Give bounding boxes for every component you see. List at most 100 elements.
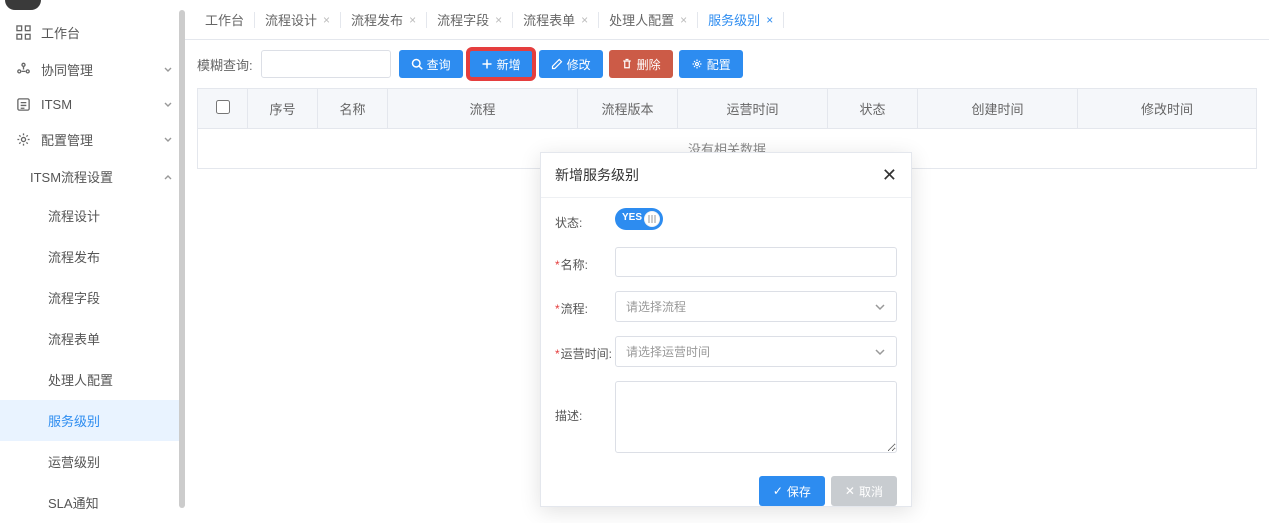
sidebar-sub-op-level[interactable]: 运营级别: [0, 441, 185, 482]
status-label: 状态:: [555, 210, 615, 231]
sidebar-item-label: 服务级别: [48, 414, 100, 429]
desc-label: 描述:: [555, 381, 615, 424]
flow-select[interactable]: 请选择流程: [615, 291, 897, 322]
toggle-knob: [644, 211, 660, 227]
sidebar-item-label: SLA通知: [48, 496, 99, 511]
scrollbar[interactable]: [179, 10, 185, 508]
sidebar-item-label: 流程发布: [48, 250, 100, 265]
check-icon: ✓: [773, 484, 783, 498]
sidebar-sub-handler[interactable]: 处理人配置: [0, 359, 185, 400]
sidebar-sub-service-level[interactable]: 服务级别: [0, 400, 185, 441]
close-icon[interactable]: ×: [766, 13, 773, 27]
close-icon[interactable]: ×: [409, 13, 416, 27]
tabs: 工作台 流程设计 × 流程发布× 流程字段 × 流程表单× 处理人配置× 服务级别×: [185, 0, 1269, 40]
button-label: 配置: [707, 56, 731, 73]
sidebar-item-label: ITSM流程设置: [30, 167, 163, 186]
sidebar-item-label: 协同管理: [41, 60, 163, 79]
name-label: *名称:: [555, 252, 615, 273]
table-header-checkbox: [198, 89, 248, 129]
modal-header: 新增服务级别 ✕: [541, 153, 911, 198]
sidebar-item-label: 工作台: [41, 23, 173, 42]
sidebar-item-label: 流程字段: [48, 291, 100, 306]
sidebar-item-workbench[interactable]: 工作台: [0, 14, 185, 51]
tab-flow-publish[interactable]: 流程发布×: [341, 0, 426, 40]
table-header: 流程: [388, 89, 578, 129]
divider: [783, 12, 784, 28]
sidebar-item-label: 运营级别: [48, 455, 100, 470]
tab-flow-field[interactable]: 流程字段 ×: [427, 0, 512, 40]
tab-label: 流程设计: [265, 10, 317, 29]
sidebar-item-itsm-flow-settings[interactable]: ITSM流程设置: [0, 158, 185, 195]
cancel-button[interactable]: ✕ 取消: [831, 476, 897, 506]
close-icon[interactable]: ✕: [882, 166, 897, 184]
sidebar-item-label: 流程设计: [48, 209, 100, 224]
search-icon: [411, 58, 423, 70]
plus-icon: [481, 58, 493, 70]
toolbar: 模糊查询: 查询 新增 修改 删除 配置: [185, 40, 1269, 88]
add-button[interactable]: 新增: [469, 50, 533, 78]
optime-label: *运营时间:: [555, 341, 615, 362]
form-row-name: *名称:: [555, 247, 897, 277]
table-header: 修改时间: [1078, 89, 1257, 129]
table-header: 创建时间: [918, 89, 1078, 129]
tab-service-level[interactable]: 服务级别×: [698, 0, 783, 40]
button-label: 取消: [859, 483, 883, 500]
form-row-flow: *流程: 请选择流程: [555, 291, 897, 322]
name-input[interactable]: [615, 247, 897, 277]
sidebar-item-collab[interactable]: 协同管理: [0, 51, 185, 88]
optime-select[interactable]: 请选择运营时间: [615, 336, 897, 367]
close-icon[interactable]: ×: [323, 13, 330, 27]
chevron-down-icon: [163, 100, 173, 110]
config-button[interactable]: 配置: [679, 50, 743, 78]
status-toggle[interactable]: YES: [615, 208, 663, 230]
chevron-down-icon: [874, 346, 886, 358]
tab-flow-design[interactable]: 流程设计 ×: [255, 0, 340, 40]
form-row-status: 状态: YES: [555, 208, 897, 233]
button-label: 新增: [497, 56, 521, 73]
chevron-down-icon: [163, 135, 173, 145]
sidebar-sub-flow-publish[interactable]: 流程发布: [0, 236, 185, 277]
table-header-row: 序号 名称 流程 流程版本 运营时间 状态 创建时间 修改时间: [198, 89, 1257, 129]
desc-textarea[interactable]: [615, 381, 897, 453]
edit-button[interactable]: 修改: [539, 50, 603, 78]
button-label: 修改: [567, 56, 591, 73]
form-row-optime: *运营时间: 请选择运营时间: [555, 336, 897, 367]
select-placeholder: 请选择运营时间: [626, 343, 710, 360]
sidebar-item-label: 配置管理: [41, 130, 163, 149]
sidebar: 工作台 协同管理 ITSM 配置管理 ITSM流程设置: [0, 0, 185, 508]
sidebar-item-label: ITSM: [41, 97, 163, 112]
sidebar-item-label: 处理人配置: [48, 373, 113, 388]
close-icon[interactable]: ×: [495, 13, 502, 27]
sidebar-sub-flow-field[interactable]: 流程字段: [0, 277, 185, 318]
gear-icon: [16, 132, 31, 147]
sidebar-item-label: 流程表单: [48, 332, 100, 347]
tab-flow-form[interactable]: 流程表单×: [513, 0, 598, 40]
sidebar-item-itsm[interactable]: ITSM: [0, 88, 185, 121]
search-button[interactable]: 查询: [399, 50, 463, 78]
sidebar-sub-flow-design[interactable]: 流程设计: [0, 195, 185, 236]
add-service-level-modal: 新增服务级别 ✕ 状态: YES *名称: *流程: 请选择流程: [540, 152, 912, 507]
close-icon[interactable]: ×: [680, 13, 687, 27]
button-label: 查询: [427, 56, 451, 73]
table-header: 流程版本: [578, 89, 678, 129]
form-row-desc: 描述:: [555, 381, 897, 456]
tab-label: 流程字段: [437, 10, 489, 29]
search-input[interactable]: [261, 50, 391, 78]
toggle-text: YES: [622, 212, 642, 223]
sidebar-item-config[interactable]: 配置管理: [0, 121, 185, 158]
delete-button[interactable]: 删除: [609, 50, 673, 78]
chevron-down-icon: [163, 65, 173, 75]
tab-handler[interactable]: 处理人配置×: [599, 0, 697, 40]
sidebar-sub-sla-notify[interactable]: SLA通知: [0, 482, 185, 523]
select-all-checkbox[interactable]: [216, 100, 230, 114]
avatar: [5, 0, 41, 10]
gear-icon: [691, 58, 703, 70]
sidebar-sub-flow-form[interactable]: 流程表单: [0, 318, 185, 359]
list-icon: [16, 97, 31, 112]
button-label: 保存: [787, 483, 811, 500]
tab-workbench[interactable]: 工作台: [195, 0, 254, 40]
pencil-icon: [551, 58, 563, 70]
modal-body: 状态: YES *名称: *流程: 请选择流程 *运营时间:: [541, 198, 911, 476]
close-icon[interactable]: ×: [581, 13, 588, 27]
save-button[interactable]: ✓ 保存: [759, 476, 825, 506]
